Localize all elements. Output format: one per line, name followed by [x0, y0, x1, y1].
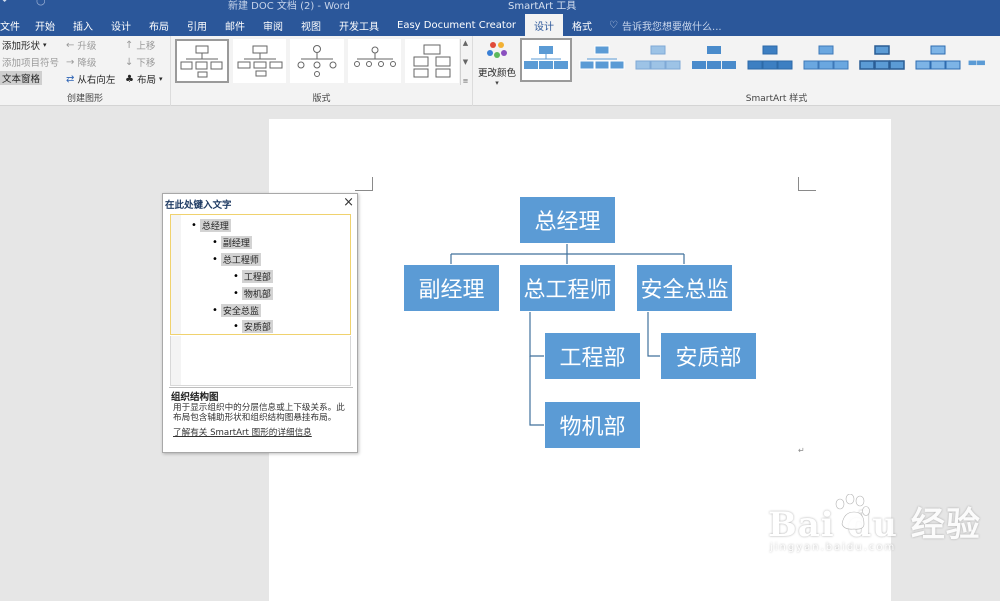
- list-item[interactable]: • 安全总监: [212, 303, 261, 318]
- smartart-text-pane: 在此处键入文字 × • 总经理 • 副经理 • 总工程师 • 工程部 • 物机部…: [162, 193, 358, 453]
- list-item[interactable]: • 总工程师: [212, 252, 261, 267]
- org-node-deputy-manager[interactable]: 副经理: [403, 264, 500, 312]
- learn-more-link[interactable]: 了解有关 SmartArt 图形的详细信息: [169, 423, 353, 438]
- paw-logo-icon: [835, 494, 870, 530]
- bullet-icon: •: [212, 237, 218, 248]
- watermark-main-text: Bai du 经验: [768, 505, 981, 545]
- list-item-text[interactable]: 总经理: [199, 219, 231, 232]
- baidu-jingyan-watermark: Bai du 经验 jingyan.baidu.com: [768, 497, 981, 553]
- text-pane-empty-area[interactable]: [170, 336, 351, 386]
- bullet-icon: •: [212, 305, 218, 316]
- org-node-safety-director[interactable]: 安全总监: [636, 264, 733, 312]
- bullet-icon: •: [191, 220, 197, 231]
- bullet-icon: •: [212, 254, 218, 265]
- list-item[interactable]: • 总经理: [191, 218, 231, 233]
- text-pane-title: 在此处键入文字: [165, 200, 232, 211]
- text-pane-list[interactable]: • 总经理 • 副经理 • 总工程师 • 工程部 • 物机部 • 安全总监 • …: [170, 214, 351, 335]
- org-node-quality-dept[interactable]: 安质部: [660, 332, 757, 380]
- list-item[interactable]: • 工程部: [233, 269, 273, 284]
- list-gutter: [171, 215, 181, 334]
- list-item[interactable]: • 副经理: [212, 235, 252, 250]
- close-icon[interactable]: ×: [343, 195, 354, 210]
- list-gutter: [171, 336, 181, 385]
- list-item-text[interactable]: 安全总监: [220, 304, 261, 317]
- org-node-engineering-dept[interactable]: 工程部: [544, 332, 641, 380]
- org-node-equipment-dept[interactable]: 物机部: [544, 401, 641, 449]
- org-node-chief-engineer[interactable]: 总工程师: [519, 264, 616, 312]
- layout-description-text: 用于显示组织中的分层信息或上下级关系。此布局包含辅助形状和组织结构图悬挂布局。: [173, 403, 345, 423]
- layout-description: 组织结构图 用于显示组织中的分层信息或上下级关系。此布局包含辅助形状和组织结构图…: [169, 387, 353, 449]
- list-item[interactable]: • 安质部: [233, 319, 273, 334]
- bullet-icon: •: [233, 321, 239, 332]
- list-item-text[interactable]: 工程部: [241, 270, 273, 283]
- list-item[interactable]: • 物机部: [233, 286, 273, 301]
- list-item-text[interactable]: 副经理: [220, 236, 252, 249]
- layout-description-title: 组织结构图: [171, 392, 219, 403]
- list-item-text[interactable]: 物机部: [241, 287, 273, 300]
- bullet-icon: •: [233, 271, 239, 282]
- org-node-general-manager[interactable]: 总经理: [519, 196, 616, 244]
- bullet-icon: •: [233, 288, 239, 299]
- list-item-text[interactable]: 总工程师: [220, 253, 261, 266]
- list-item-text[interactable]: 安质部: [241, 320, 273, 333]
